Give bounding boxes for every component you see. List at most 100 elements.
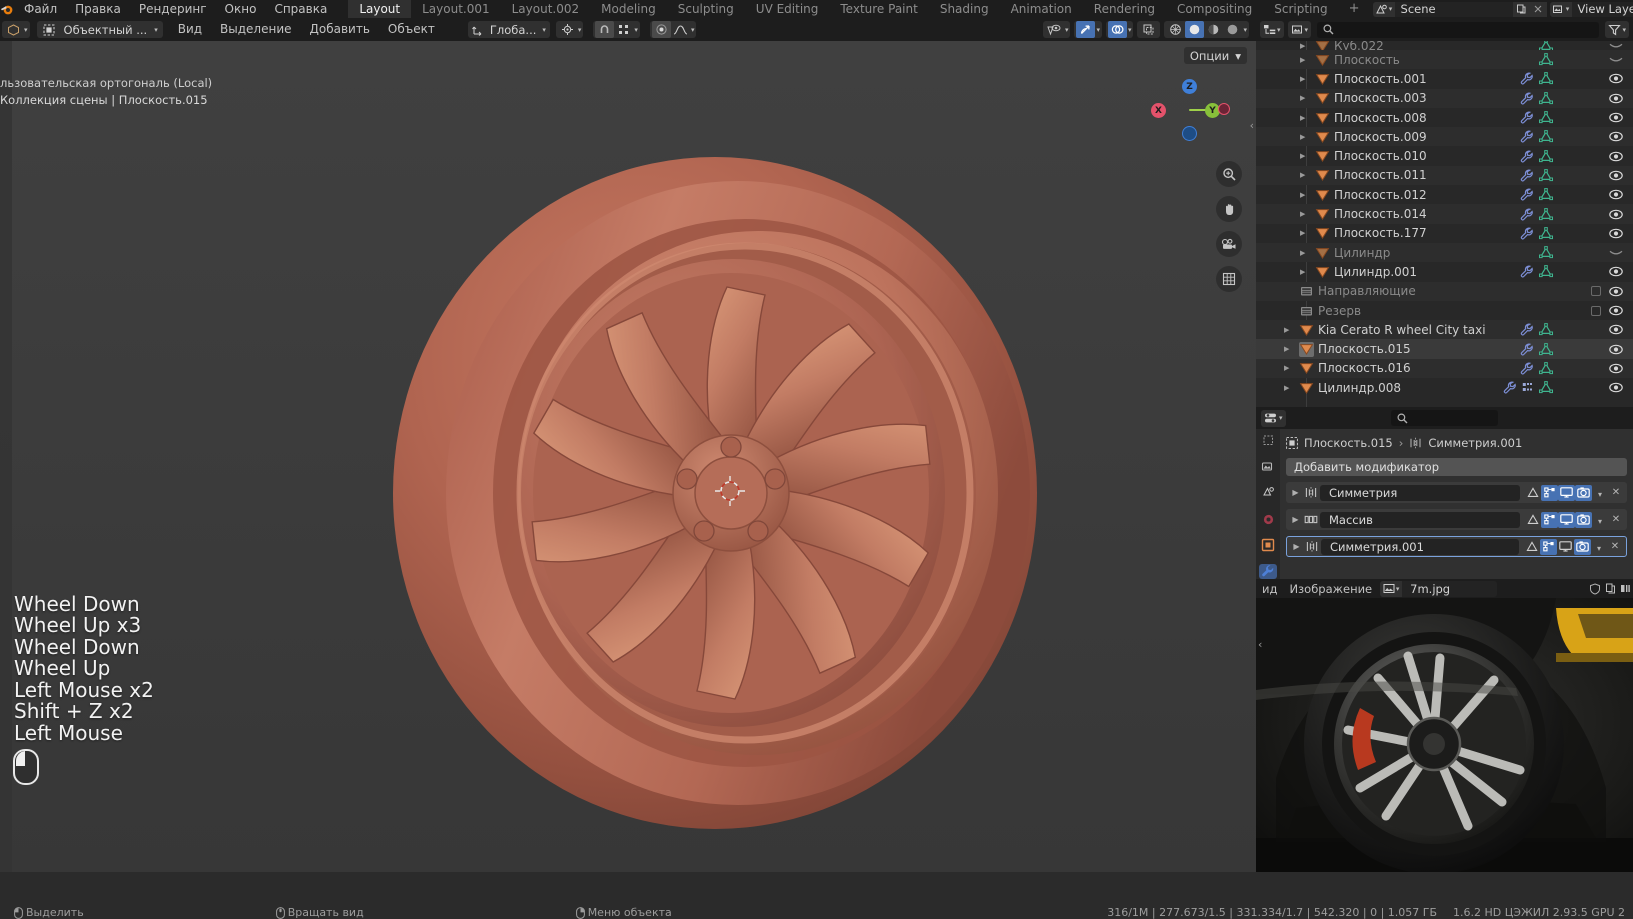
modifier-panel-header[interactable]: ▶Симметрия▾✕ [1286,482,1627,503]
realtime-display-toggle[interactable] [1557,539,1574,555]
modifier-name-field[interactable]: Симметрия.001 [1321,539,1519,555]
camera-view-icon[interactable] [1216,231,1242,257]
on-cage-toggle[interactable] [1524,512,1541,528]
viewport-sidebar-toggle[interactable]: ‹ [1250,119,1254,132]
modifier-panel-header[interactable]: ▶Массив▾✕ [1286,509,1627,530]
disclosure-triangle-icon[interactable]: ▶ [1284,326,1295,334]
viewport-menu-select[interactable]: Выделение [211,18,300,41]
mesh-data-icon[interactable] [1539,53,1553,66]
viewport-options-dropdown[interactable]: Опции ▾ [1184,47,1247,64]
exclude-collection-checkbox[interactable] [1591,306,1601,316]
properties-tab-output[interactable] [1259,485,1277,500]
menu-render[interactable]: Рендеринг [130,0,216,18]
workspace-tab-layout-001[interactable]: Layout.001 [411,0,501,18]
realtime-display-toggle[interactable] [1558,512,1575,528]
mesh-data-icon[interactable] [1539,188,1553,201]
modifier-data-icon[interactable] [1520,130,1534,143]
properties-tab-render[interactable] [1259,459,1277,474]
render-toggle[interactable] [1575,485,1592,501]
image-editor-image-menu[interactable]: Изображение [1285,582,1376,596]
snap-increment-icon[interactable] [614,21,633,38]
modifier-data-icon[interactable] [1520,265,1534,278]
image-editor-view-menu[interactable]: ид [1258,582,1281,596]
outliner-row[interactable]: ▶Цилиндр [1256,243,1633,262]
new-scene-button[interactable] [1513,2,1530,17]
mesh-data-icon[interactable] [1539,92,1553,105]
zoom-icon[interactable] [1216,161,1242,187]
shading-solid-icon[interactable] [1185,21,1204,38]
workspace-tab-scripting[interactable]: Scripting [1263,0,1338,18]
properties-tab-tool[interactable] [1259,433,1277,448]
outliner-row[interactable]: ▶Плоскость [1256,50,1633,69]
editor-type-selector[interactable]: ▾ [2,21,30,38]
menu-edit[interactable]: Правка [66,0,130,18]
outliner-filter-dropdown[interactable]: ▾ [1605,21,1629,38]
visibility-eye-icon[interactable] [1609,111,1623,125]
modifier-data-icon[interactable] [1503,381,1517,394]
gizmo-dropdown[interactable]: ▾ [1074,21,1102,38]
modifier-data-icon[interactable] [1520,72,1534,85]
outliner-row[interactable]: ▶Резерв [1256,301,1633,320]
workspace-tab-uv-editing[interactable]: UV Editing [745,0,830,18]
xray-toggle-icon[interactable] [1139,21,1158,38]
viewport-menu-view[interactable]: Вид [169,18,211,41]
workspace-tab-layout[interactable]: Layout [348,0,411,18]
workspace-tab-rendering[interactable]: Rendering [1083,0,1166,18]
xray-toggle[interactable] [1137,21,1160,38]
gizmo-axis-neg-y[interactable] [1151,103,1166,118]
outliner-search-input[interactable] [1317,22,1599,38]
disclosure-triangle-icon[interactable]: ▶ [1300,114,1311,122]
outliner-row[interactable]: ▶Плоскость.001 [1256,69,1633,88]
mesh-data-icon[interactable] [1539,72,1553,85]
visibility-eye-icon[interactable] [1609,91,1623,105]
outliner-tree[interactable]: ▶Куб.022▶Плоскость▶Плоскость.001▶Плоскос… [1256,41,1633,407]
mesh-data-icon[interactable] [1539,323,1553,336]
gizmo-axis-neg-z[interactable] [1182,126,1197,141]
visibility-eye-icon[interactable] [1609,304,1623,318]
mesh-data-icon[interactable] [1539,343,1553,356]
exclude-collection-checkbox[interactable] [1591,286,1601,296]
modifier-data-icon[interactable] [1520,323,1534,336]
disclosure-triangle-icon[interactable]: ▶ [1300,249,1311,257]
shield-fake-user-icon[interactable] [1589,583,1601,595]
disclosure-triangle-icon[interactable]: ▶ [1300,56,1311,64]
disclosure-triangle-icon[interactable]: ▶ [1300,171,1311,179]
particles-data-icon[interactable] [1522,382,1534,393]
outliner-row[interactable]: ▶Куб.022 [1256,41,1633,50]
outliner-display-mode-dropdown[interactable]: ▾ [1260,21,1284,38]
menu-help[interactable]: Справка [265,0,336,18]
unlink-icon[interactable] [1620,583,1631,594]
edit-mode-toggle[interactable] [1541,512,1558,528]
breadcrumb-object-label[interactable]: Плоскость.015 [1304,436,1393,450]
disclosure-triangle-icon[interactable]: ▶ [1300,133,1311,141]
outliner-id-type-dropdown[interactable]: ▾ [1288,21,1312,38]
visibility-eye-icon[interactable] [1609,265,1623,279]
render-toggle[interactable] [1574,539,1591,555]
mesh-data-icon[interactable] [1539,208,1553,221]
visibility-eye-icon[interactable] [1609,342,1623,356]
modifier-name-field[interactable]: Симметрия [1320,485,1520,501]
workspace-tab-modeling[interactable]: Modeling [590,0,667,18]
disclosure-triangle-icon[interactable]: ▶ [1284,384,1295,392]
workspace-tab-animation[interactable]: Animation [1000,0,1083,18]
workspace-tab-compositing[interactable]: Compositing [1166,0,1263,18]
on-cage-toggle[interactable] [1524,485,1541,501]
toggle-orthographic-icon[interactable] [1216,266,1242,292]
mesh-data-icon[interactable] [1539,381,1553,394]
add-modifier-button[interactable]: Добавить модификатор [1286,458,1627,476]
viewport-menu-add[interactable]: Добавить [301,18,379,41]
modifier-extras-dropdown[interactable]: ▾ [1592,513,1608,527]
image-name-field[interactable]: 7m.jpg [1402,582,1497,596]
shading-mode-selector[interactable]: ▾ [1164,21,1249,38]
breadcrumb-modifier-label[interactable]: Симметрия.001 [1428,436,1522,450]
modifier-data-icon[interactable] [1520,362,1534,375]
shading-rendered-icon[interactable] [1223,21,1242,38]
properties-search-input[interactable] [1391,410,1498,426]
snapping-controls[interactable]: ▾ [593,21,640,38]
expand-triangle-icon[interactable]: ▶ [1289,515,1302,524]
modifier-data-icon[interactable] [1520,188,1534,201]
mesh-data-icon[interactable] [1539,362,1553,375]
image-datablock-selector[interactable]: ▾ 7m.jpg [1380,581,1497,597]
modifier-data-icon[interactable] [1520,208,1534,221]
render-toggle[interactable] [1575,512,1592,528]
